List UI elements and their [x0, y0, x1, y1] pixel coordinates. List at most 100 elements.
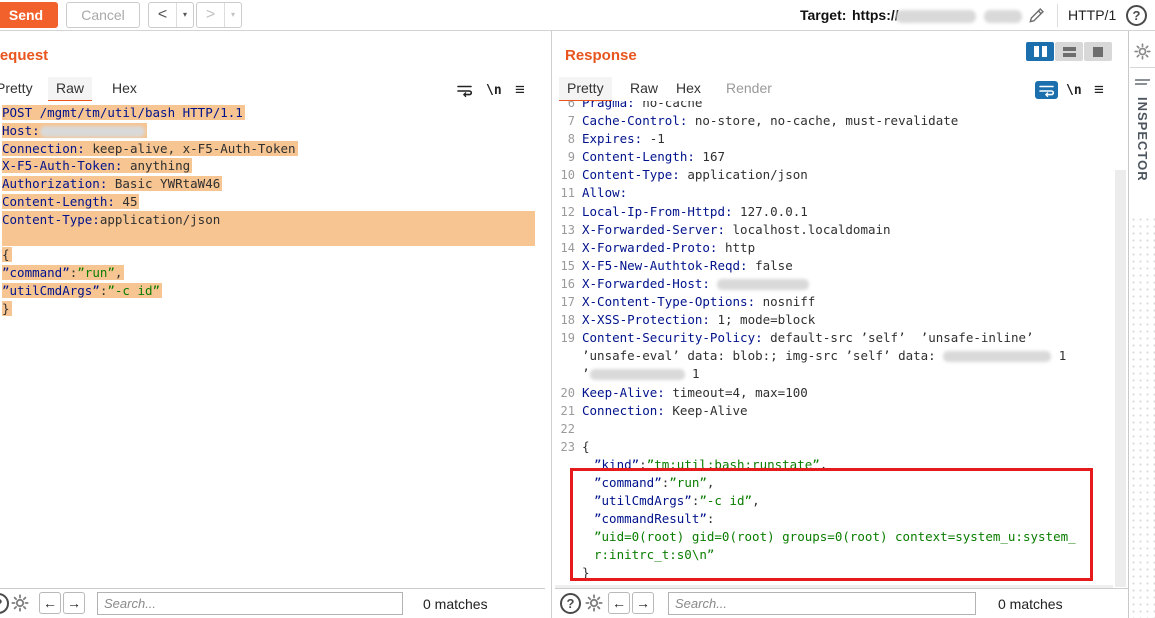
request-search-bar: ? ← → 0 matches [0, 588, 545, 618]
code-line: 15 X-F5-New-Authtok-Reqd: false [558, 257, 1113, 275]
request-tab-hex[interactable]: Hex [104, 77, 145, 100]
history-back-button[interactable]: < ▾ [148, 2, 194, 28]
response-search-matches: 0 matches [998, 596, 1063, 612]
request-search-prev-icon[interactable]: ← [39, 592, 61, 614]
back-arrow-icon[interactable]: < [149, 3, 176, 27]
code-line: 11 Allow: [558, 184, 1113, 202]
http-version-selector[interactable]: HTTP/1 [1068, 7, 1116, 23]
sidebar-divider [1130, 67, 1155, 68]
forward-dropdown-icon[interactable]: ▾ [224, 3, 241, 27]
inspector-settings-gear-icon[interactable] [1133, 42, 1152, 61]
line-number: 16 [560, 276, 575, 291]
request-word-wrap-icon[interactable] [453, 81, 476, 99]
line-number: 21 [560, 403, 575, 418]
response-show-newlines-icon[interactable]: \n [1066, 83, 1082, 98]
target-host-redacted [896, 10, 976, 23]
request-tab-pretty[interactable]: Pretty [0, 77, 41, 100]
request-search-matches: 0 matches [423, 596, 488, 612]
code-line: ”command”:”run”, [2, 265, 125, 281]
code-line: } [2, 300, 12, 316]
request-search-help-icon[interactable]: ? [0, 593, 9, 614]
request-menu-icon[interactable]: ≡ [515, 80, 525, 100]
redacted-text [39, 125, 145, 137]
line-number: 22 [560, 421, 575, 436]
code-line: 16 X-Forwarded-Host: [558, 275, 1113, 293]
red-annotation-box [570, 468, 1093, 581]
response-tab-raw[interactable]: Raw [622, 77, 666, 100]
cancel-button[interactable]: Cancel [66, 2, 140, 28]
history-forward-button[interactable]: > ▾ [196, 2, 242, 28]
code-line: 19 Content-Security-Policy: default-src ’… [558, 329, 1113, 347]
redacted-text [717, 278, 810, 290]
target-port-redacted [984, 10, 1022, 23]
code-line: 7 Cache-Control: no-store, no-cache, must… [558, 112, 1113, 130]
line-number: 17 [560, 295, 575, 310]
line-number: 14 [560, 240, 575, 255]
request-search-next-icon[interactable]: → [63, 592, 85, 614]
line-number: 23 [560, 439, 575, 454]
code-line: 13 X-Forwarded-Server: localhost.localdom… [558, 221, 1113, 239]
inspector-collapse-icon[interactable] [1134, 79, 1151, 87]
line-number: 15 [560, 258, 575, 273]
layout-rows-button[interactable] [1055, 42, 1083, 61]
layout-columns-button[interactable] [1026, 42, 1054, 61]
code-line: 23{ [558, 438, 1113, 456]
code-line: Authorization: Basic YWRtaW46 [2, 176, 223, 192]
send-button[interactable]: Send [0, 2, 58, 28]
edit-target-pencil-icon[interactable] [1027, 6, 1046, 25]
line-number: 9 [567, 150, 575, 165]
response-search-settings-icon[interactable] [584, 593, 604, 613]
response-word-wrap-icon[interactable] [1035, 81, 1058, 99]
line-number: 13 [560, 222, 575, 237]
line-number: 10 [560, 168, 575, 183]
request-panel-title: Request [0, 47, 49, 64]
code-line: 21 Connection: Keep-Alive [558, 402, 1113, 420]
code-line: Content-Length: 45 [2, 193, 140, 209]
code-line: { [2, 247, 12, 263]
request-search-input[interactable] [97, 592, 403, 615]
code-line: 8 Expires: -1 [558, 130, 1113, 148]
code-line: 14 X-Forwarded-Proto: http [558, 239, 1113, 257]
layout-single-button[interactable] [1084, 42, 1112, 61]
response-search-prev-icon[interactable]: ← [608, 592, 630, 614]
response-tab-hex[interactable]: Hex [668, 77, 709, 100]
request-editor[interactable]: POST /mgmt/tm/util/bash HTTP/1.1 Host: Con… [0, 101, 545, 588]
request-show-newlines-icon[interactable]: \n [486, 83, 502, 98]
help-icon[interactable]: ? [1126, 5, 1147, 26]
code-line: ’ 1 [582, 366, 700, 382]
line-number: 8 [567, 132, 575, 147]
forward-arrow-icon[interactable]: > [197, 3, 224, 27]
line-number: 7 [567, 114, 575, 129]
code-line: X-F5-Auth-Token: anything [2, 158, 193, 174]
top-toolbar: Send Cancel < ▾ > ▾ Target: https:// HTT… [0, 0, 1155, 31]
response-tab-render[interactable]: Render [718, 77, 780, 100]
response-vertical-scrollbar[interactable] [1115, 170, 1126, 587]
code-line: ’unsafe-eval’ data: blob:; img-src ’self… [582, 348, 1067, 364]
code-line: 18 X-XSS-Protection: 1; mode=block [558, 311, 1113, 329]
request-tab-raw[interactable]: Raw [48, 77, 93, 103]
response-search-help-icon[interactable]: ? [560, 593, 581, 614]
target-url: https:// [852, 7, 899, 23]
code-line: Connection: keep-alive, x-F5-Auth-Token [2, 140, 298, 156]
code-line: 22 [558, 420, 1113, 438]
response-search-next-icon[interactable]: → [632, 592, 654, 614]
line-number: 20 [560, 385, 575, 400]
back-dropdown-icon[interactable]: ▾ [176, 3, 193, 27]
toolbar-divider [1057, 4, 1058, 27]
redacted-text [589, 369, 685, 381]
inspector-sidebar[interactable]: INSPECTOR [1128, 31, 1155, 618]
code-line: Host: [2, 122, 545, 140]
inspector-dotted-background [1130, 216, 1155, 618]
response-tab-pretty[interactable]: Pretty [559, 77, 612, 103]
code-line: 20 Keep-Alive: timeout=4, max=100 [558, 384, 1113, 402]
code-line: 6 Pragma: no-cache [558, 101, 1113, 112]
line-number: 6 [567, 101, 575, 110]
inspector-vertical-label[interactable]: INSPECTOR [1135, 97, 1150, 182]
response-menu-icon[interactable]: ≡ [1094, 80, 1104, 100]
code-line: 10 Content-Type: application/json [558, 166, 1113, 184]
request-search-settings-icon[interactable] [10, 593, 30, 613]
code-line: 12 Local-Ip-From-Httpd: 127.0.0.1 [558, 203, 1113, 221]
response-search-input[interactable] [668, 592, 976, 615]
panel-splitter[interactable] [551, 31, 552, 618]
line-number: 18 [560, 313, 575, 328]
